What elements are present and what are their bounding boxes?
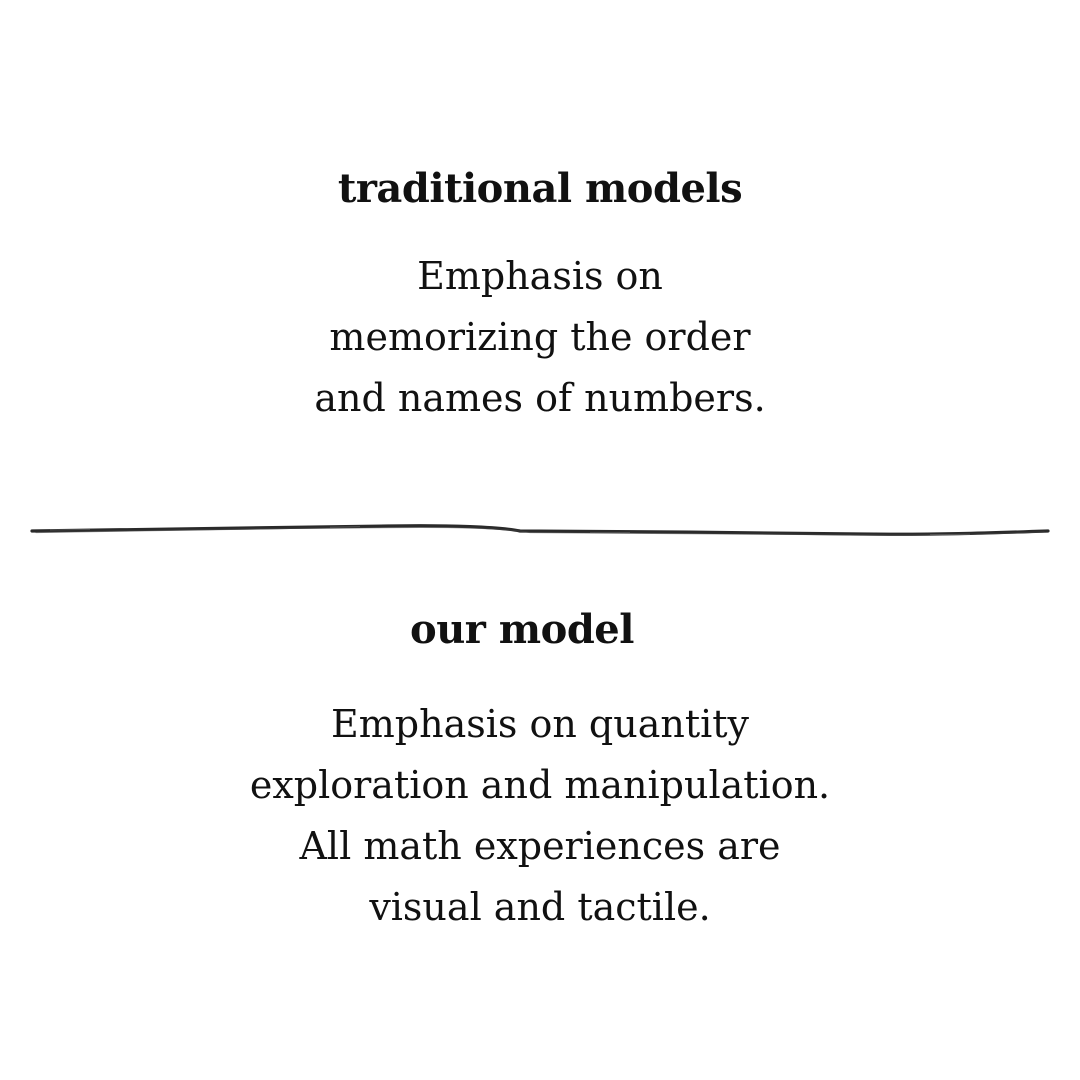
traditional-models-heading: traditional models — [337, 165, 743, 212]
traditional-models-description: Emphasis on memorizing the order and nam… — [0, 246, 1080, 429]
our-model-line: All math experiences are — [299, 824, 781, 868]
our-model-heading: our model — [410, 606, 634, 653]
brush-stroke-divider — [30, 524, 1050, 536]
our-model-description: Emphasis on quantity exploration and man… — [0, 694, 1080, 938]
our-model-line: Emphasis on quantity — [331, 702, 749, 746]
our-model-line: visual and tactile. — [369, 885, 711, 929]
traditional-line: memorizing the order — [329, 315, 751, 359]
traditional-line: and names of numbers. — [314, 376, 766, 420]
traditional-line: Emphasis on — [417, 254, 663, 298]
our-model-line: exploration and manipulation. — [249, 763, 831, 807]
